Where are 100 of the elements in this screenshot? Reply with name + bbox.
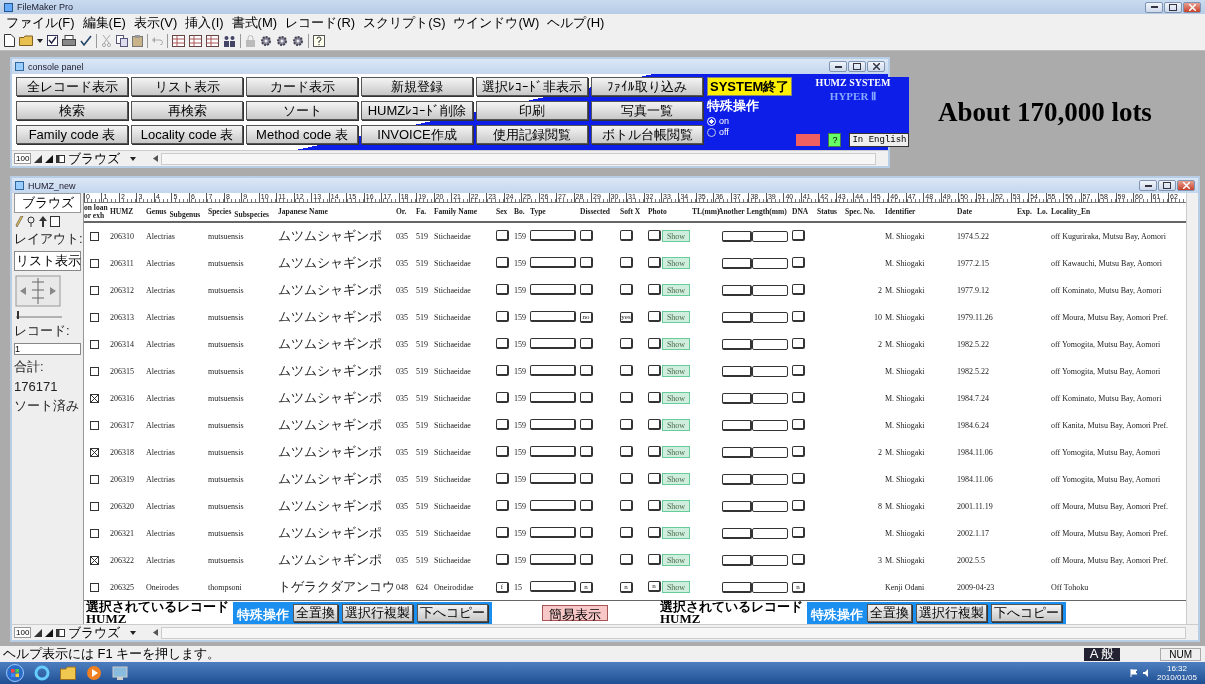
show-photo-button[interactable]: Show: [662, 446, 690, 459]
loan-checkbox[interactable]: [90, 582, 99, 592]
show-photo-button[interactable]: Show: [662, 500, 690, 513]
console-button[interactable]: 写真一覧: [591, 101, 703, 120]
type-field[interactable]: [530, 391, 576, 403]
dissected-field[interactable]: [580, 364, 593, 376]
length-field[interactable]: [722, 365, 752, 377]
dissected-field[interactable]: [580, 445, 593, 457]
length-field[interactable]: [752, 311, 788, 323]
console-button[interactable]: HUMZﾚｺｰﾄﾞ削除: [361, 101, 473, 120]
layout-dropdown[interactable]: リスト表示: [14, 251, 81, 271]
show-photo-button[interactable]: Show: [662, 230, 690, 243]
close-button[interactable]: [1177, 180, 1195, 191]
loan-checkbox[interactable]: [90, 312, 99, 322]
radio-button[interactable]: [707, 127, 716, 137]
dna-field[interactable]: [792, 418, 805, 430]
type-field[interactable]: [530, 310, 576, 322]
sex-field[interactable]: [496, 499, 509, 511]
photo-field[interactable]: [648, 554, 661, 566]
loan-checkbox[interactable]: [90, 501, 99, 511]
sex-field[interactable]: [496, 229, 509, 241]
console-button[interactable]: Locality code 表: [131, 125, 243, 144]
browse-tab[interactable]: ブラウズ: [14, 193, 81, 213]
length-field[interactable]: [752, 419, 788, 431]
soft-x-field[interactable]: [620, 445, 633, 457]
console-button[interactable]: Method code 表: [246, 125, 358, 144]
photo-field[interactable]: [648, 311, 661, 323]
loan-checkbox[interactable]: [90, 447, 99, 457]
menu-item[interactable]: ファイル(F): [2, 13, 79, 32]
length-field[interactable]: [752, 338, 788, 350]
dna-field[interactable]: [792, 364, 805, 376]
menu-item[interactable]: 表示(V): [129, 13, 182, 32]
dissected-field[interactable]: [580, 256, 593, 268]
length-field[interactable]: [722, 581, 752, 593]
english-button[interactable]: In English: [849, 133, 910, 147]
close-button[interactable]: [867, 61, 885, 72]
sex-field[interactable]: [496, 337, 509, 349]
soft-x-field[interactable]: [620, 337, 633, 349]
dna-field[interactable]: [792, 229, 805, 241]
loan-checkbox[interactable]: [90, 555, 99, 565]
photo-field[interactable]: [648, 365, 661, 377]
soft-x-field[interactable]: [620, 364, 633, 376]
type-field[interactable]: [530, 256, 576, 268]
type-field[interactable]: [530, 418, 576, 430]
operation-button[interactable]: 下へコピー: [417, 603, 488, 622]
sex-field[interactable]: [496, 418, 509, 430]
type-field[interactable]: [530, 499, 576, 511]
photo-field[interactable]: [648, 392, 661, 404]
maximize-button[interactable]: [848, 61, 866, 72]
length-field[interactable]: [722, 446, 752, 458]
zoom-level[interactable]: 100: [14, 627, 32, 638]
show-photo-button[interactable]: Show: [662, 284, 690, 297]
length-field[interactable]: [752, 500, 788, 512]
dissected-field[interactable]: [580, 337, 593, 349]
minimize-button[interactable]: [1139, 180, 1157, 191]
dna-field[interactable]: [792, 499, 805, 511]
maximize-button[interactable]: [1164, 1, 1182, 13]
dna-field[interactable]: [792, 256, 805, 268]
sex-field[interactable]: [496, 364, 509, 376]
show-photo-button[interactable]: Show: [662, 419, 690, 432]
type-field[interactable]: [530, 580, 576, 592]
console-button[interactable]: リスト表示: [131, 77, 243, 96]
console-button[interactable]: カード表示: [246, 77, 358, 96]
loan-checkbox[interactable]: [90, 258, 99, 268]
console-button[interactable]: ソート: [246, 101, 358, 120]
type-field[interactable]: [530, 364, 576, 376]
loan-checkbox[interactable]: [90, 231, 99, 241]
dissected-field[interactable]: [580, 499, 593, 511]
console-button[interactable]: 新規登録: [361, 77, 473, 96]
dna-field[interactable]: [792, 283, 805, 295]
dna-field[interactable]: [792, 526, 805, 538]
simple-view-button[interactable]: 簡易表示: [542, 604, 608, 621]
zoom-level[interactable]: 100: [14, 153, 32, 164]
sex-field[interactable]: [496, 391, 509, 403]
length-field[interactable]: [722, 392, 752, 404]
close-button[interactable]: [1183, 1, 1201, 13]
length-field[interactable]: [752, 473, 788, 485]
dissected-field[interactable]: [580, 472, 593, 484]
photo-field[interactable]: [648, 473, 661, 485]
length-field[interactable]: [752, 257, 788, 269]
photo-field[interactable]: [648, 338, 661, 350]
dna-field[interactable]: [792, 553, 805, 565]
length-field[interactable]: [752, 365, 788, 377]
dissected-field[interactable]: [580, 526, 593, 538]
soft-x-field[interactable]: [620, 391, 633, 403]
show-photo-button[interactable]: Show: [662, 257, 690, 270]
mode-dropdown[interactable]: ブラウズ: [68, 623, 151, 642]
dna-field[interactable]: [792, 310, 805, 322]
length-field[interactable]: [752, 446, 788, 458]
language-bar[interactable]: A 般: [1083, 647, 1121, 661]
console-button[interactable]: 再検索: [131, 101, 243, 120]
console-button[interactable]: 印刷: [476, 101, 588, 120]
photo-field[interactable]: [648, 446, 661, 458]
console-button[interactable]: 使用記録閲覧: [476, 125, 588, 144]
console-button[interactable]: ﾌｧｲﾙ取り込み: [591, 77, 703, 96]
type-field[interactable]: [530, 445, 576, 457]
loan-checkbox[interactable]: [90, 285, 99, 295]
console-button[interactable]: Family code 表: [16, 125, 128, 144]
loan-checkbox[interactable]: [90, 420, 99, 430]
photo-field[interactable]: [648, 419, 661, 431]
